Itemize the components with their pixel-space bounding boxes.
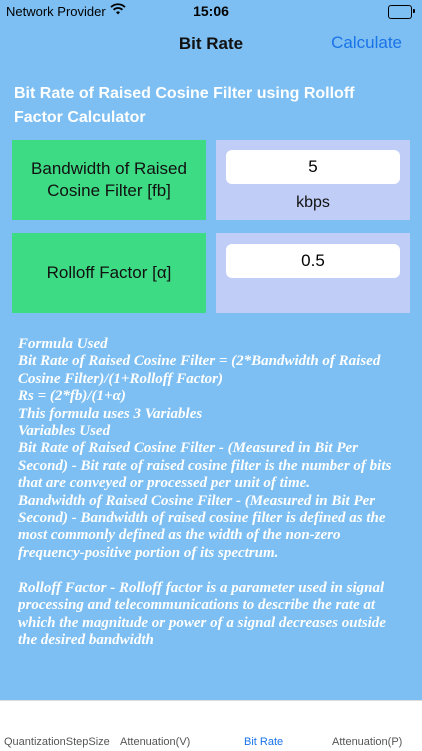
calculator-heading: Bit Rate of Raised Cosine Filter using R…	[14, 85, 355, 126]
tab-attenuation-p[interactable]: Attenuation(P)	[332, 736, 402, 748]
tab-bit-rate[interactable]: Bit Rate	[244, 736, 283, 748]
battery-icon	[388, 5, 415, 19]
bandwidth-label-text: Bandwidth of Raised Cosine Filter [fb]	[31, 159, 187, 200]
bandwidth-input-panel: kbps	[216, 140, 410, 220]
status-bar: Network Provider 15:06	[0, 0, 422, 22]
bandwidth-label: Bandwidth of Raised Cosine Filter [fb]	[12, 140, 206, 220]
rolloff-label: Rolloff Factor [α]	[12, 233, 206, 313]
tab-bar: QuantizationStepSize Attenuation(V) Bit …	[0, 700, 422, 751]
clock: 15:06	[193, 3, 229, 19]
formula-description: Formula Used Bit Rate of Raised Cosine F…	[18, 336, 392, 648]
rolloff-label-text: Rolloff Factor [α]	[46, 263, 172, 282]
navigation-bar: Bit Rate Calculate	[0, 22, 422, 66]
tab-attenuation-v[interactable]: Attenuation(V)	[120, 736, 190, 748]
bandwidth-unit: kbps	[296, 194, 330, 211]
tab-quantization-step-size[interactable]: QuantizationStepSize	[4, 736, 110, 748]
calculate-button[interactable]: Calculate	[331, 33, 402, 53]
rolloff-input[interactable]	[226, 244, 400, 278]
rolloff-input-panel	[216, 233, 410, 313]
bandwidth-input[interactable]	[226, 150, 400, 184]
